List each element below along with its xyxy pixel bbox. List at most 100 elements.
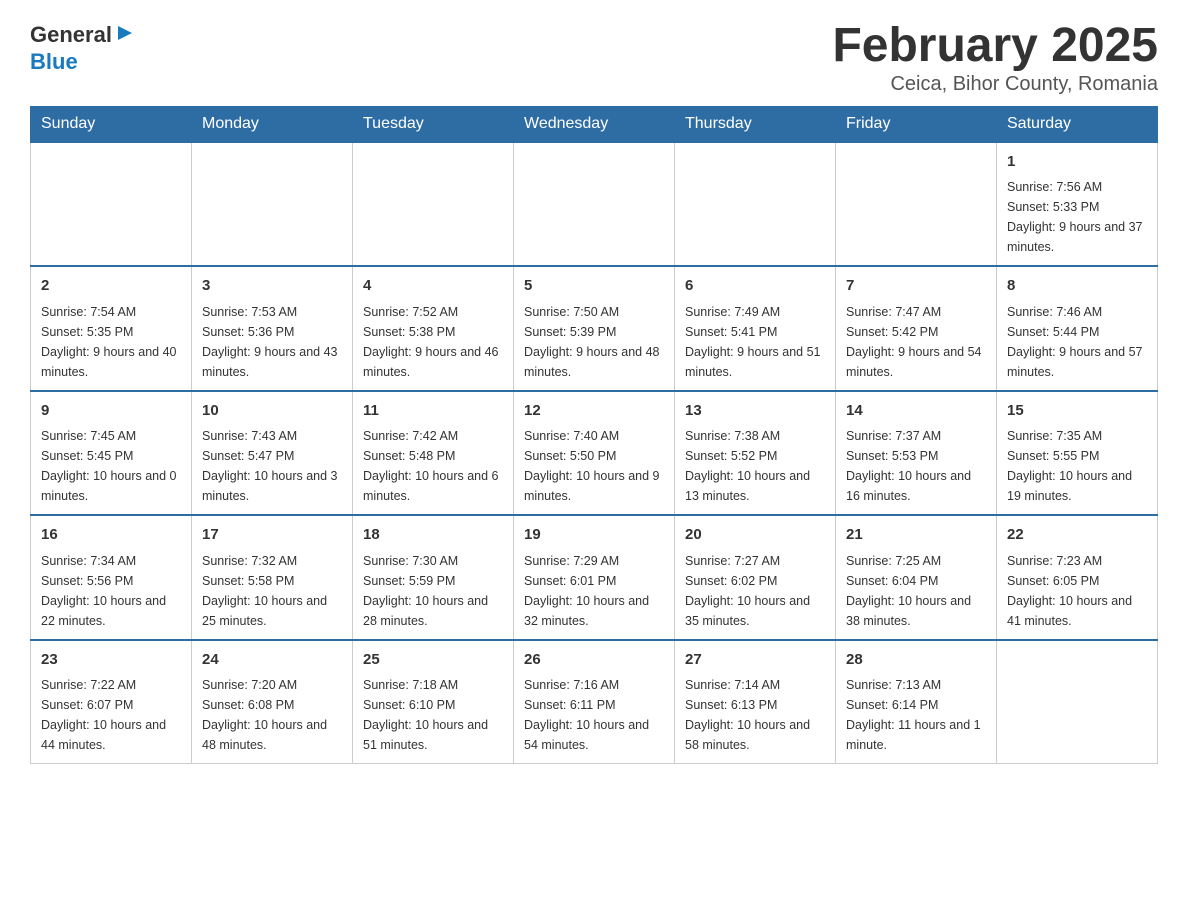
- day-of-week-header: Friday: [836, 106, 997, 142]
- day-info: Sunrise: 7:14 AMSunset: 6:13 PMDaylight:…: [685, 678, 810, 752]
- calendar-day-cell: 21 Sunrise: 7:25 AMSunset: 6:04 PMDayligh…: [836, 515, 997, 640]
- day-number: 17: [202, 524, 342, 547]
- day-info: Sunrise: 7:42 AMSunset: 5:48 PMDaylight:…: [363, 429, 499, 503]
- calendar-day-cell: 8 Sunrise: 7:46 AMSunset: 5:44 PMDaylight…: [997, 266, 1158, 391]
- day-number: 2: [41, 275, 181, 298]
- day-info: Sunrise: 7:32 AMSunset: 5:58 PMDaylight:…: [202, 554, 327, 628]
- calendar-day-cell: 20Sunrise: 7:27 AMSunset: 6:02 PMDayligh…: [675, 515, 836, 640]
- day-of-week-header: Saturday: [997, 106, 1158, 142]
- day-info: Sunrise: 7:49 AMSunset: 5:41 PMDaylight:…: [685, 305, 821, 379]
- day-info: Sunrise: 7:18 AMSunset: 6:10 PMDaylight:…: [363, 678, 488, 752]
- day-number: 3: [202, 275, 342, 298]
- day-number: 24: [202, 649, 342, 672]
- day-info: Sunrise: 7:43 AMSunset: 5:47 PMDaylight:…: [202, 429, 338, 503]
- day-number: 12: [524, 400, 664, 423]
- day-number: 13: [685, 400, 825, 423]
- day-info: Sunrise: 7:40 AMSunset: 5:50 PMDaylight:…: [524, 429, 660, 503]
- day-info: Sunrise: 7:22 AMSunset: 6:07 PMDaylight:…: [41, 678, 166, 752]
- day-number: 27: [685, 649, 825, 672]
- calendar-day-cell: 9Sunrise: 7:45 AMSunset: 5:45 PMDaylight…: [31, 391, 192, 516]
- day-of-week-header: Thursday: [675, 106, 836, 142]
- calendar-day-cell: 19 Sunrise: 7:29 AMSunset: 6:01 PMDayligh…: [514, 515, 675, 640]
- title-block: February 2025 Ceica, Bihor County, Roman…: [832, 20, 1158, 96]
- calendar-day-cell: [836, 142, 997, 267]
- day-info: Sunrise: 7:53 AMSunset: 5:36 PMDaylight:…: [202, 305, 338, 379]
- logo-arrow-icon: [114, 22, 136, 44]
- calendar-day-cell: 18 Sunrise: 7:30 AMSunset: 5:59 PMDayligh…: [353, 515, 514, 640]
- calendar-day-cell: 10 Sunrise: 7:43 AMSunset: 5:47 PMDayligh…: [192, 391, 353, 516]
- day-info: Sunrise: 7:38 AMSunset: 5:52 PMDaylight:…: [685, 429, 810, 503]
- day-info: Sunrise: 7:34 AMSunset: 5:56 PMDaylight:…: [41, 554, 166, 628]
- day-of-week-header: Monday: [192, 106, 353, 142]
- day-number: 10: [202, 400, 342, 423]
- day-number: 8: [1007, 275, 1147, 298]
- day-number: 28: [846, 649, 986, 672]
- day-info: Sunrise: 7:30 AMSunset: 5:59 PMDaylight:…: [363, 554, 488, 628]
- calendar-day-cell: 15Sunrise: 7:35 AMSunset: 5:55 PMDayligh…: [997, 391, 1158, 516]
- day-info: Sunrise: 7:37 AMSunset: 5:53 PMDaylight:…: [846, 429, 971, 503]
- day-number: 26: [524, 649, 664, 672]
- day-info: Sunrise: 7:29 AMSunset: 6:01 PMDaylight:…: [524, 554, 649, 628]
- calendar-week-row: 16 Sunrise: 7:34 AMSunset: 5:56 PMDayligh…: [31, 515, 1158, 640]
- calendar-day-cell: 12 Sunrise: 7:40 AMSunset: 5:50 PMDayligh…: [514, 391, 675, 516]
- day-number: 23: [41, 649, 181, 672]
- day-info: Sunrise: 7:56 AMSunset: 5:33 PMDaylight:…: [1007, 180, 1143, 254]
- day-number: 5: [524, 275, 664, 298]
- logo: General Blue: [30, 20, 136, 75]
- day-number: 9: [41, 400, 181, 423]
- logo-general-text: General: [30, 22, 112, 48]
- calendar-day-cell: 27 Sunrise: 7:14 AMSunset: 6:13 PMDayligh…: [675, 640, 836, 764]
- calendar-week-row: 9Sunrise: 7:45 AMSunset: 5:45 PMDaylight…: [31, 391, 1158, 516]
- calendar-day-cell: [31, 142, 192, 267]
- day-number: 6: [685, 275, 825, 298]
- calendar-day-cell: [675, 142, 836, 267]
- day-info: Sunrise: 7:46 AMSunset: 5:44 PMDaylight:…: [1007, 305, 1143, 379]
- day-of-week-header: Wednesday: [514, 106, 675, 142]
- calendar-day-cell: 7 Sunrise: 7:47 AMSunset: 5:42 PMDaylight…: [836, 266, 997, 391]
- day-number: 18: [363, 524, 503, 547]
- day-number: 25: [363, 649, 503, 672]
- day-number: 22: [1007, 524, 1147, 547]
- calendar-day-cell: 11 Sunrise: 7:42 AMSunset: 5:48 PMDayligh…: [353, 391, 514, 516]
- page-header: General Blue February 2025 Ceica, Bihor …: [30, 20, 1158, 96]
- day-number: 16: [41, 524, 181, 547]
- calendar-day-cell: 17 Sunrise: 7:32 AMSunset: 5:58 PMDayligh…: [192, 515, 353, 640]
- calendar-day-cell: 13 Sunrise: 7:38 AMSunset: 5:52 PMDayligh…: [675, 391, 836, 516]
- day-number: 11: [363, 400, 503, 423]
- calendar-day-cell: 3 Sunrise: 7:53 AMSunset: 5:36 PMDaylight…: [192, 266, 353, 391]
- calendar-day-cell: [192, 142, 353, 267]
- calendar-subtitle: Ceica, Bihor County, Romania: [832, 73, 1158, 96]
- day-info: Sunrise: 7:16 AMSunset: 6:11 PMDaylight:…: [524, 678, 649, 752]
- calendar-day-cell: 14 Sunrise: 7:37 AMSunset: 5:53 PMDayligh…: [836, 391, 997, 516]
- calendar-day-cell: 23 Sunrise: 7:22 AMSunset: 6:07 PMDayligh…: [31, 640, 192, 764]
- calendar-title: February 2025: [832, 20, 1158, 73]
- calendar-day-cell: 1 Sunrise: 7:56 AMSunset: 5:33 PMDaylight…: [997, 142, 1158, 267]
- calendar-week-row: 2Sunrise: 7:54 AMSunset: 5:35 PMDaylight…: [31, 266, 1158, 391]
- calendar-day-cell: [514, 142, 675, 267]
- day-number: 19: [524, 524, 664, 547]
- calendar-day-cell: [353, 142, 514, 267]
- day-number: 14: [846, 400, 986, 423]
- calendar-day-cell: 28Sunrise: 7:13 AMSunset: 6:14 PMDayligh…: [836, 640, 997, 764]
- day-info: Sunrise: 7:52 AMSunset: 5:38 PMDaylight:…: [363, 305, 499, 379]
- day-number: 21: [846, 524, 986, 547]
- calendar-day-cell: 25 Sunrise: 7:18 AMSunset: 6:10 PMDayligh…: [353, 640, 514, 764]
- calendar-day-cell: 22 Sunrise: 7:23 AMSunset: 6:05 PMDayligh…: [997, 515, 1158, 640]
- day-number: 20: [685, 524, 825, 547]
- calendar-day-cell: 26 Sunrise: 7:16 AMSunset: 6:11 PMDayligh…: [514, 640, 675, 764]
- day-number: 7: [846, 275, 986, 298]
- day-info: Sunrise: 7:50 AMSunset: 5:39 PMDaylight:…: [524, 305, 660, 379]
- calendar-table: SundayMondayTuesdayWednesdayThursdayFrid…: [30, 106, 1158, 765]
- day-info: Sunrise: 7:23 AMSunset: 6:05 PMDaylight:…: [1007, 554, 1132, 628]
- day-info: Sunrise: 7:20 AMSunset: 6:08 PMDaylight:…: [202, 678, 327, 752]
- day-info: Sunrise: 7:25 AMSunset: 6:04 PMDaylight:…: [846, 554, 971, 628]
- day-number: 4: [363, 275, 503, 298]
- day-info: Sunrise: 7:35 AMSunset: 5:55 PMDaylight:…: [1007, 429, 1132, 503]
- calendar-day-cell: 5 Sunrise: 7:50 AMSunset: 5:39 PMDaylight…: [514, 266, 675, 391]
- day-number: 1: [1007, 151, 1147, 174]
- calendar-day-cell: 6 Sunrise: 7:49 AMSunset: 5:41 PMDaylight…: [675, 266, 836, 391]
- calendar-day-cell: 24 Sunrise: 7:20 AMSunset: 6:08 PMDayligh…: [192, 640, 353, 764]
- calendar-week-row: 1 Sunrise: 7:56 AMSunset: 5:33 PMDaylight…: [31, 142, 1158, 267]
- calendar-day-cell: 2Sunrise: 7:54 AMSunset: 5:35 PMDaylight…: [31, 266, 192, 391]
- day-info: Sunrise: 7:47 AMSunset: 5:42 PMDaylight:…: [846, 305, 982, 379]
